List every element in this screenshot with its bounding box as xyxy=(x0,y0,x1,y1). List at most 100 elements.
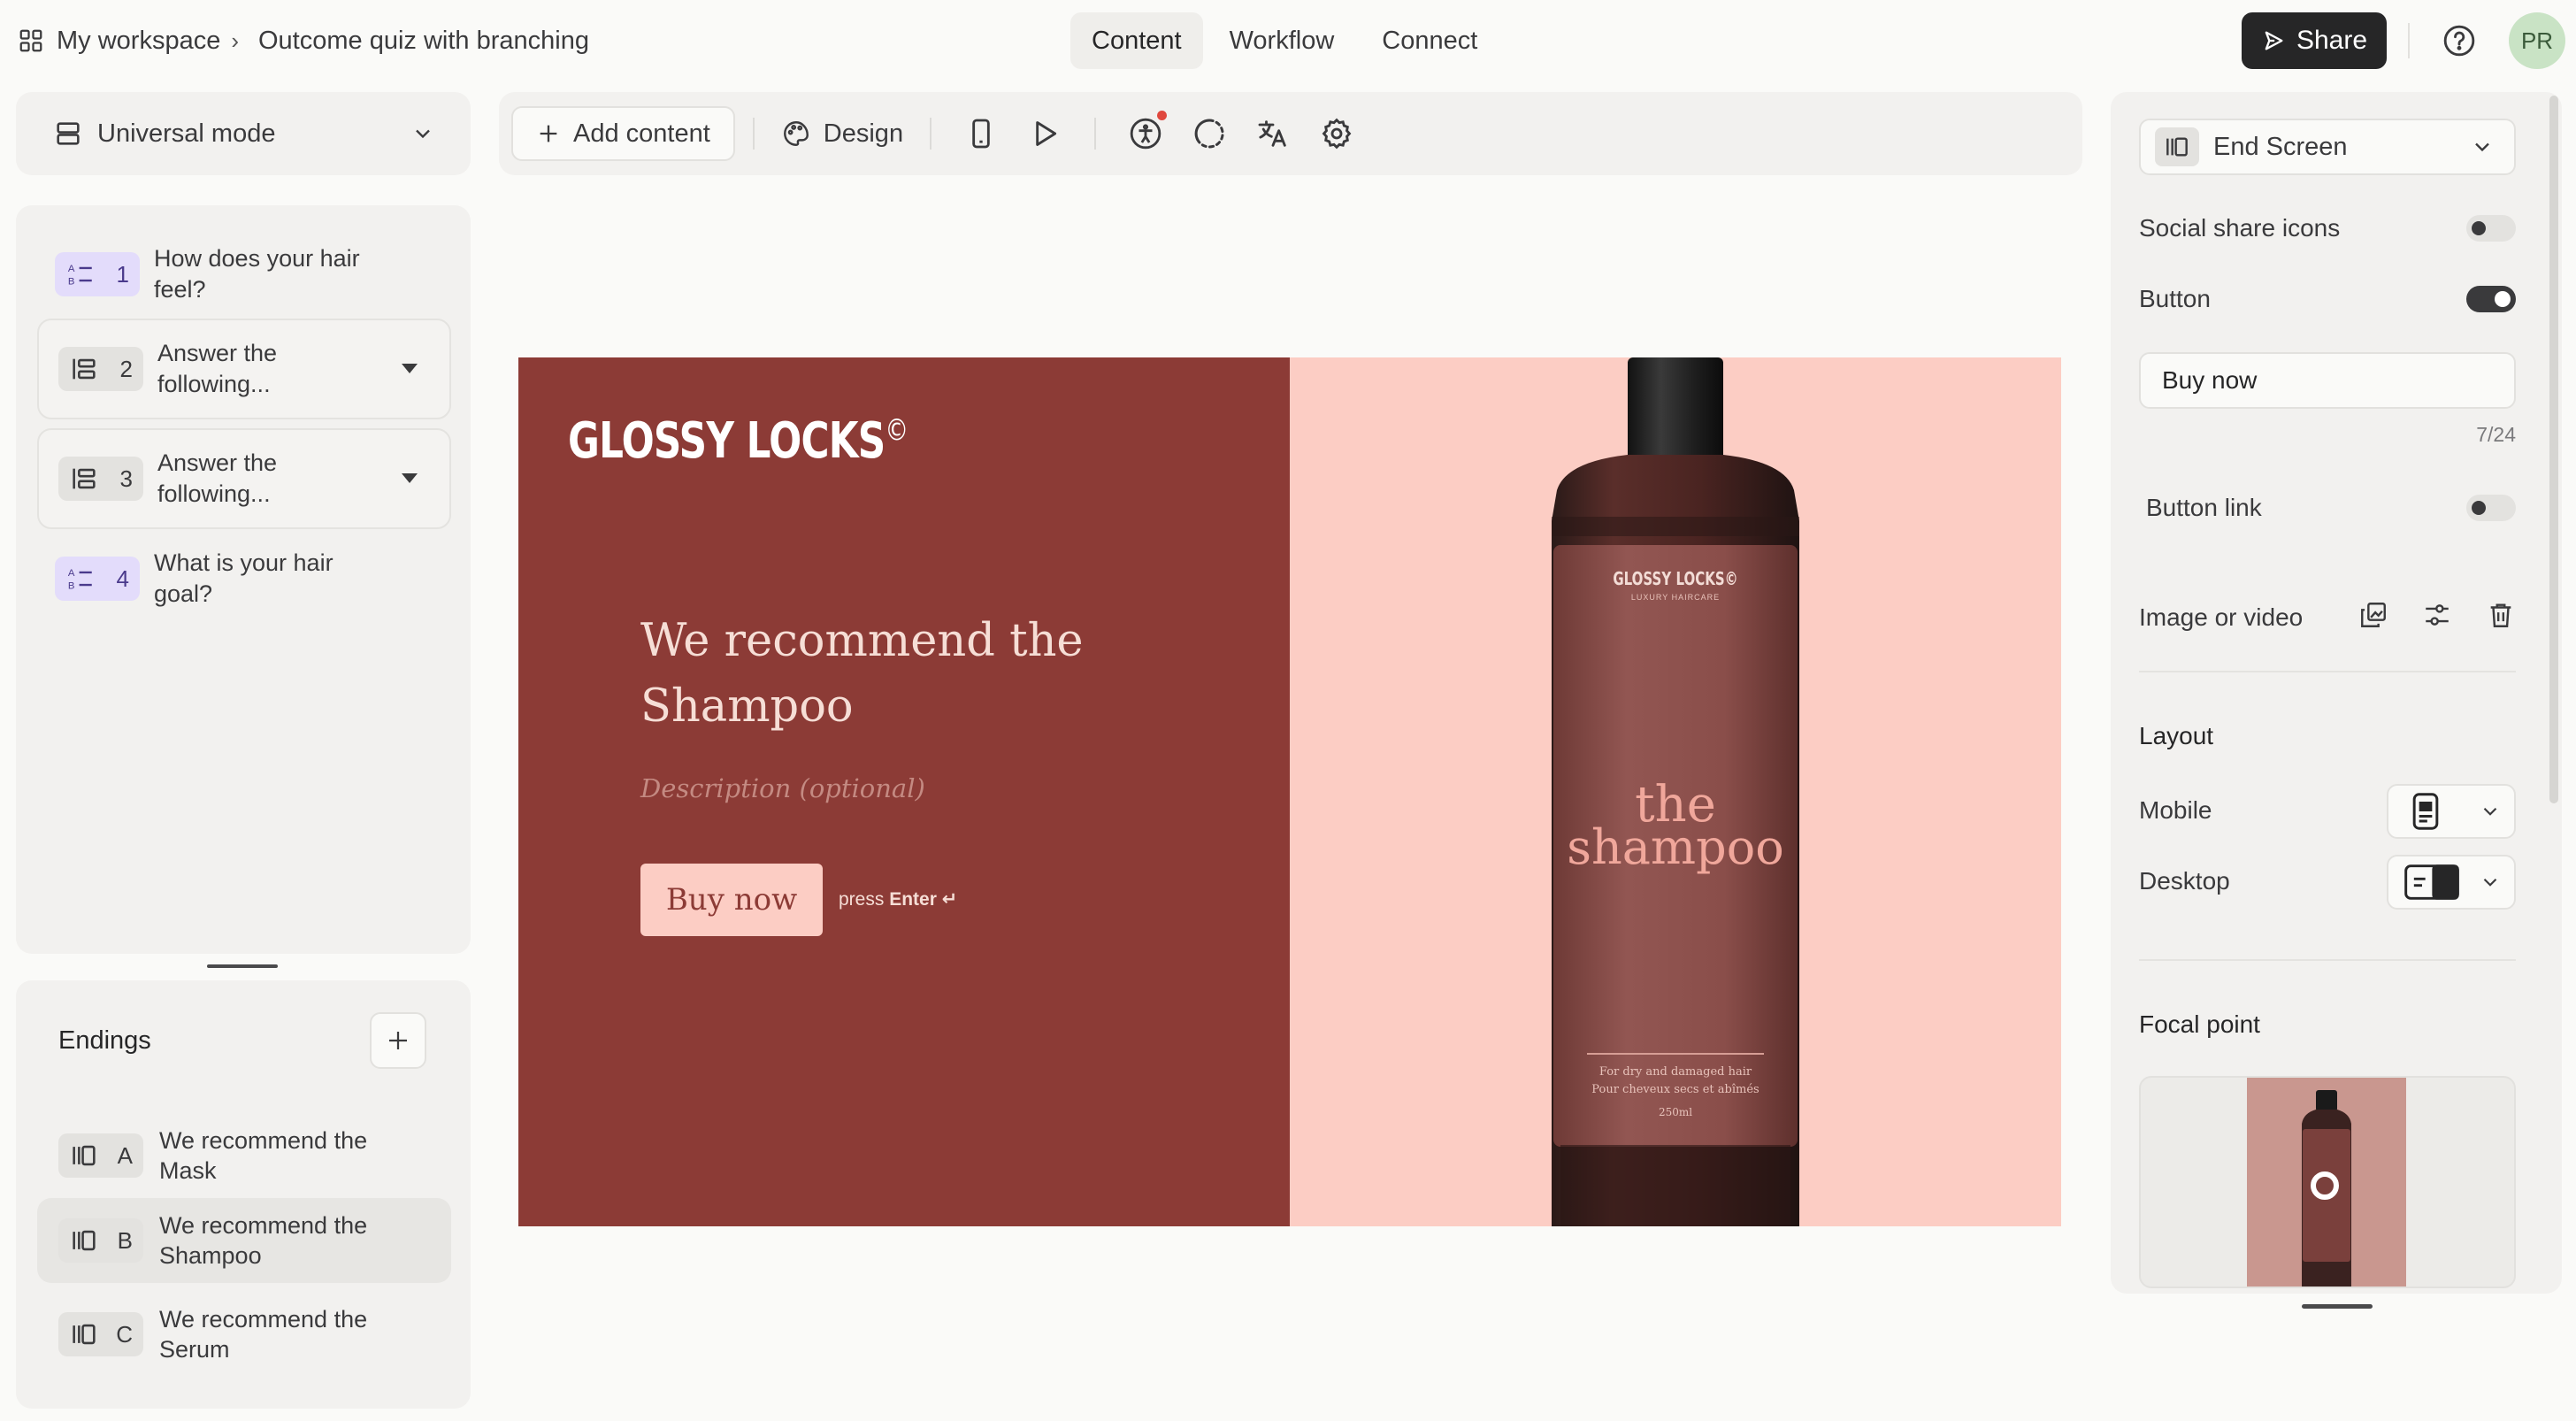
adjust-image-icon[interactable] xyxy=(2422,600,2452,630)
brand-logo: GLOSSY LOCKS© xyxy=(568,412,908,470)
properties-scrollbar[interactable] xyxy=(2549,96,2558,803)
button-text-input[interactable]: Buy now xyxy=(2139,352,2516,409)
question-group-icon xyxy=(73,468,96,489)
main-tabs: Content Workflow Connect xyxy=(1070,12,1504,69)
question-number: 2 xyxy=(119,355,133,382)
button-toggle[interactable] xyxy=(2466,286,2516,312)
svg-text:A: A xyxy=(68,568,75,579)
add-content-button[interactable]: Add content xyxy=(511,106,735,161)
loading-icon[interactable] xyxy=(1192,116,1227,151)
image-video-label: Image or video xyxy=(2139,603,2304,631)
ending-badge: C xyxy=(58,1312,143,1356)
ending-letter: B xyxy=(117,1226,133,1254)
endings-panel: Endings A We recommend the Mask B We rec… xyxy=(16,980,471,1409)
svg-text:B: B xyxy=(68,276,75,287)
button-toggle-label: Button xyxy=(2139,285,2211,312)
screen-type-select[interactable]: End Screen xyxy=(2139,119,2516,175)
question-badge: 2 xyxy=(58,347,143,391)
desktop-layout-icon xyxy=(2404,864,2459,900)
chevron-down-icon xyxy=(2475,142,2489,152)
question-list: A B 1 How does your hair feel? 2 Answer … xyxy=(16,205,471,954)
breadcrumb: My workspace › Outcome quiz with branchi… xyxy=(18,23,589,58)
bottle-label-divider xyxy=(1587,1053,1764,1055)
social-share-label: Social share icons xyxy=(2139,214,2341,242)
layout-section-title: Layout xyxy=(2139,722,2214,749)
question-item[interactable]: 3 Answer the following... xyxy=(37,428,451,529)
tab-connect[interactable]: Connect xyxy=(1361,12,1499,69)
end-screen-icon xyxy=(2166,137,2188,157)
question-label: Answer the following... xyxy=(157,449,278,507)
breadcrumb-workspace[interactable]: My workspace xyxy=(57,27,220,56)
translate-icon[interactable] xyxy=(1255,116,1291,151)
ending-badge: A xyxy=(58,1133,143,1178)
ending-letter: C xyxy=(116,1320,133,1348)
endings-title: Endings xyxy=(58,1026,151,1055)
toolbar-divider xyxy=(1094,118,1097,150)
toolbar-divider xyxy=(930,118,932,150)
trash-icon[interactable] xyxy=(2486,600,2516,630)
question-badge: A B 4 xyxy=(55,557,140,601)
replace-image-icon[interactable] xyxy=(2358,600,2388,630)
bottle-small-text-1: For dry and damaged hair xyxy=(1598,1065,1752,1079)
chevron-down-icon xyxy=(2483,878,2497,887)
design-button[interactable]: Design xyxy=(772,119,912,149)
expand-caret-icon[interactable] xyxy=(402,473,418,483)
avatar[interactable]: PR xyxy=(2509,12,2565,69)
panel-resize-handle[interactable] xyxy=(207,964,278,968)
image-pane[interactable]: GLOSSY LOCKS© LUXURY HAIRCARE the shampo… xyxy=(1290,357,2061,1226)
mobile-layout-select[interactable] xyxy=(2387,784,2516,839)
tab-content[interactable]: Content xyxy=(1070,12,1203,69)
focal-point-picker[interactable] xyxy=(2139,1076,2516,1288)
social-share-toggle[interactable] xyxy=(2466,215,2516,242)
button-link-toggle[interactable] xyxy=(2466,495,2516,521)
plus-icon xyxy=(389,1032,407,1049)
ending-badge: B xyxy=(58,1218,143,1263)
ending-item-c[interactable]: C We recommend the Serum xyxy=(37,1292,451,1377)
buy-now-button[interactable]: Buy now xyxy=(640,864,823,936)
ending-item-a[interactable]: A We recommend the Mask xyxy=(37,1113,451,1198)
palette-icon xyxy=(783,121,809,146)
add-ending-button[interactable] xyxy=(370,1012,426,1069)
end-screen-title[interactable]: We recommend the Shampoo xyxy=(640,609,1136,740)
description-placeholder[interactable]: Description (optional) xyxy=(640,773,925,803)
bottle-product-line-2: shampoo xyxy=(1567,819,1784,875)
top-bar: My workspace › Outcome quiz with branchi… xyxy=(0,0,2576,81)
end-screen-icon xyxy=(73,1145,96,1166)
apps-grid-icon[interactable] xyxy=(18,27,44,54)
panel-resize-handle[interactable] xyxy=(2302,1304,2373,1309)
question-label: How does your hair feel? xyxy=(154,245,360,303)
ending-letter: A xyxy=(117,1141,133,1169)
mode-select[interactable]: Universal mode xyxy=(16,92,471,175)
play-icon[interactable] xyxy=(1027,116,1062,151)
expand-caret-icon[interactable] xyxy=(402,364,418,373)
help-icon[interactable] xyxy=(2442,23,2477,58)
focal-point-title: Focal point xyxy=(2139,1010,2260,1038)
ending-label: We recommend the Mask xyxy=(159,1127,368,1184)
layout-mode-icon xyxy=(57,122,80,145)
button-link-label: Button link xyxy=(2146,494,2262,521)
mobile-preview-icon[interactable] xyxy=(963,116,999,151)
question-group-icon xyxy=(73,358,96,380)
question-number: 3 xyxy=(119,465,133,492)
content-pane: GLOSSY LOCKS© We recommend the Shampoo D… xyxy=(518,357,1290,1226)
tab-workflow[interactable]: Workflow xyxy=(1208,12,1356,69)
settings-icon[interactable] xyxy=(1319,116,1354,151)
form-title[interactable]: Outcome quiz with branching xyxy=(258,27,589,56)
multiple-choice-icon: A B xyxy=(68,264,92,287)
bottle-small-text-2: Pour cheveux secs et abîmés xyxy=(1591,1083,1760,1096)
end-screen-preview[interactable]: GLOSSY LOCKS© We recommend the Shampoo D… xyxy=(518,357,2061,1226)
section-divider xyxy=(2139,959,2516,961)
desktop-layout-select[interactable] xyxy=(2387,855,2516,910)
question-item[interactable]: 2 Answer the following... xyxy=(37,319,451,419)
question-badge: 3 xyxy=(58,457,143,501)
mobile-layout-label: Mobile xyxy=(2139,796,2212,824)
ending-item-b[interactable]: B We recommend the Shampoo xyxy=(37,1198,451,1283)
svg-text:B: B xyxy=(68,580,75,591)
question-item[interactable]: A B 4 What is your hair goal? xyxy=(39,543,451,614)
accessibility-icon[interactable] xyxy=(1128,111,1168,151)
focal-point-handle[interactable] xyxy=(2311,1171,2339,1200)
question-item[interactable]: A B 1 How does your hair feel? xyxy=(39,239,451,310)
share-button[interactable]: Share xyxy=(2242,12,2387,69)
button-link-row: Button link xyxy=(2146,490,2516,526)
question-number: 1 xyxy=(116,260,129,288)
